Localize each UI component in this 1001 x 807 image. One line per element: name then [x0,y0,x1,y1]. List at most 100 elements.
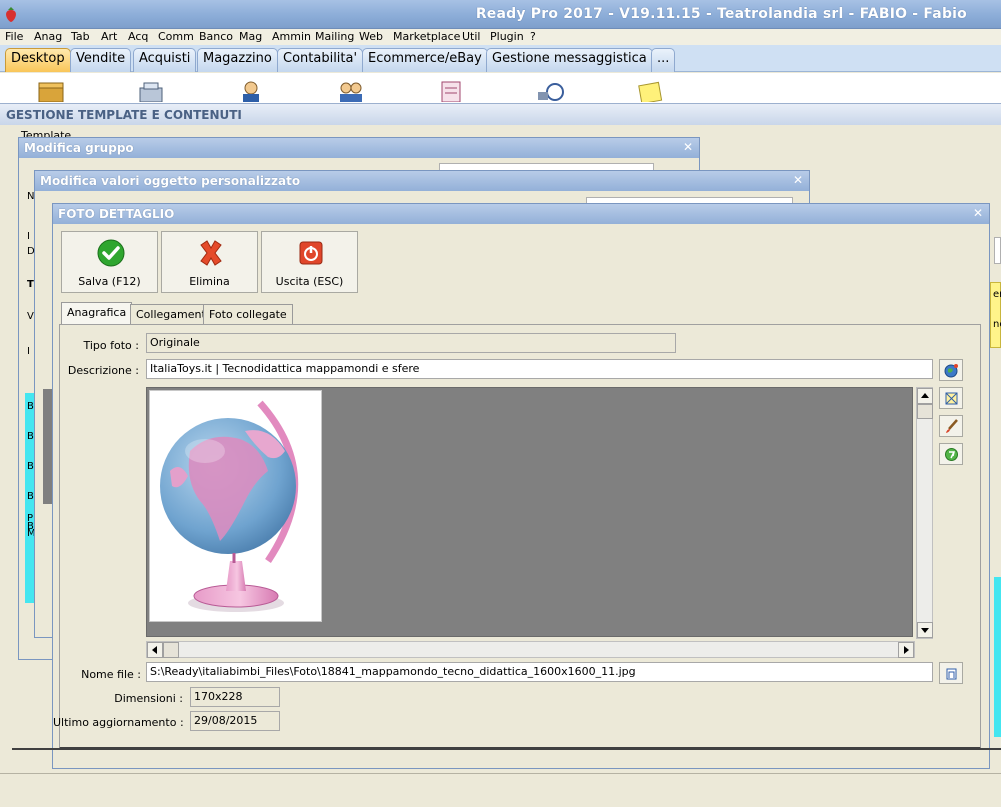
save-button-label: Salva (F12) [78,275,141,288]
tab-acquisti[interactable]: Acquisti [133,48,197,72]
bg-letter: I [27,346,30,357]
scroll-down-button[interactable] [917,622,933,638]
delete-button-label: Elimina [189,275,230,288]
file-browse-icon [946,668,957,680]
menu-acq[interactable]: Acq [128,30,148,43]
menu-plugin[interactable]: Plugin [490,30,524,43]
scroll-left-button[interactable] [147,642,163,658]
menu-ammin[interactable]: Ammin [272,30,311,43]
file-browse-button[interactable] [939,662,963,684]
menu-marketplace[interactable]: Marketplace [393,30,460,43]
note-icon[interactable] [636,80,666,102]
bg-letter: V [27,311,34,322]
app-strawberry-icon [6,7,16,22]
scroll-horizontal-thumb[interactable] [163,642,179,658]
bg-note-text-2: ne [993,319,1001,330]
bg-letter: D [27,246,35,257]
cash-register-icon[interactable] [136,80,166,102]
bg-letter: B [27,461,34,472]
dialog-titlebar: Modifica valori oggetto personalizzato ✕ [35,171,809,191]
menu-art[interactable]: Art [101,30,117,43]
menu-tab[interactable]: Tab [71,30,90,43]
tab-ecommerce[interactable]: Ecommerce/eBay [362,48,488,72]
check-icon [97,239,125,267]
status-bar [0,773,1001,807]
menu-util[interactable]: Util [462,30,480,43]
exit-button-label: Uscita (ESC) [275,275,344,288]
globe-photo [160,400,298,612]
ultimo-aggiornamento-label: Ultimo aggiornamento : [53,716,184,729]
clock-icon[interactable] [536,80,566,102]
dialog-titlebar: Modifica gruppo ✕ [19,138,699,158]
image-horizontal-scrollbar[interactable] [146,641,915,658]
person-icon[interactable] [236,80,266,102]
panel-bottom-line [12,748,1001,750]
menu-mag[interactable]: Mag [239,30,262,43]
menu-help[interactable]: ? [530,30,536,43]
bg-letter: I [27,231,30,242]
save-button[interactable]: Salva (F12) [61,231,158,293]
dialog-foto-dettaglio: FOTO DETTAGLIO ✕ Salva (F12) Elimina Usc… [52,203,990,769]
power-icon [299,241,323,265]
exit-button[interactable]: Uscita (ESC) [261,231,358,293]
image-viewer[interactable] [146,387,913,637]
menu-mailing[interactable]: Mailing [315,30,354,43]
menu-web[interactable]: Web [359,30,383,43]
delete-x-icon [200,240,222,266]
image-vertical-scrollbar[interactable] [916,387,933,639]
scroll-right-button[interactable] [898,642,914,658]
dimensioni-field[interactable]: 170x228 [190,687,280,707]
crop-button[interactable] [939,387,963,409]
panel-title: GESTIONE TEMPLATE E CONTENUTI [6,108,242,122]
descrizione-input[interactable]: ItaliaToys.it | Tecnodidattica mappamond… [146,359,933,379]
delete-button[interactable]: Elimina [161,231,258,293]
scroll-up-button[interactable] [917,388,933,404]
nome-file-input[interactable]: S:\Ready\italiabimbi_Files\Foto\18841_ma… [146,662,933,682]
window-title: Ready Pro 2017 - V19.11.15 - Teatrolandi… [475,6,967,22]
tab-vendite[interactable]: Vendite [70,48,132,72]
menu-bar: File Anag Tab Art Acq Comm Banco Mag Amm… [0,29,1001,45]
tab-magazzino[interactable]: Magazzino [197,48,278,72]
descrizione-label: Descrizione : [67,364,139,377]
close-icon[interactable]: ✕ [973,206,983,220]
recycle-button[interactable] [939,443,963,465]
ultimo-aggiornamento-field[interactable]: 29/08/2015 [190,711,280,731]
tab-contabilita[interactable]: Contabilita' [277,48,364,72]
panel-header: GESTIONE TEMPLATE E CONTENUTI [0,103,1001,125]
menu-comm[interactable]: Comm [158,30,194,43]
document-icon[interactable] [436,80,466,102]
close-icon[interactable]: ✕ [793,173,803,187]
menu-anag[interactable]: Anag [34,30,62,43]
menu-banco[interactable]: Banco [199,30,233,43]
bg-note-edge: er ne [990,282,1001,348]
globe-picker-icon [944,364,958,378]
photo-frame [149,390,322,622]
dialog-titlebar: FOTO DETTAGLIO ✕ [53,204,989,224]
tab-anagrafica[interactable]: Anagrafica [61,302,133,325]
brush-button[interactable] [939,415,963,437]
dialog-title: FOTO DETTAGLIO [58,207,175,221]
menu-file[interactable]: File [5,30,23,43]
people-icon[interactable] [336,80,366,102]
bg-field-edge [994,237,1001,264]
dialog-title: Modifica gruppo [24,141,134,155]
tab-messaggistica[interactable]: Gestione messaggistica [486,48,653,72]
box-icon[interactable] [36,80,66,102]
bg-letter: B [27,521,34,532]
tipo-foto-field[interactable]: Originale [146,333,676,353]
bg-letter: N [27,191,35,202]
bg-note-text-1: er [993,289,1001,300]
close-icon[interactable]: ✕ [683,140,693,154]
bg-letter: T [27,279,34,290]
globe-picker-button[interactable] [939,359,963,381]
crop-icon [945,392,958,405]
main-tab-bar: Desktop Vendite Acquisti Magazzino Conta… [0,45,1001,72]
scroll-vertical-thumb[interactable] [917,404,933,419]
tab-more[interactable]: ... [651,48,676,72]
bg-letter: B [27,431,34,442]
tab-desktop[interactable]: Desktop [5,48,71,72]
tipo-foto-label: Tipo foto : [83,339,140,352]
tab-foto-collegate[interactable]: Foto collegate [203,304,293,324]
dimensioni-label: Dimensioni : [114,692,183,705]
bg-cyan-edge [994,577,1001,737]
